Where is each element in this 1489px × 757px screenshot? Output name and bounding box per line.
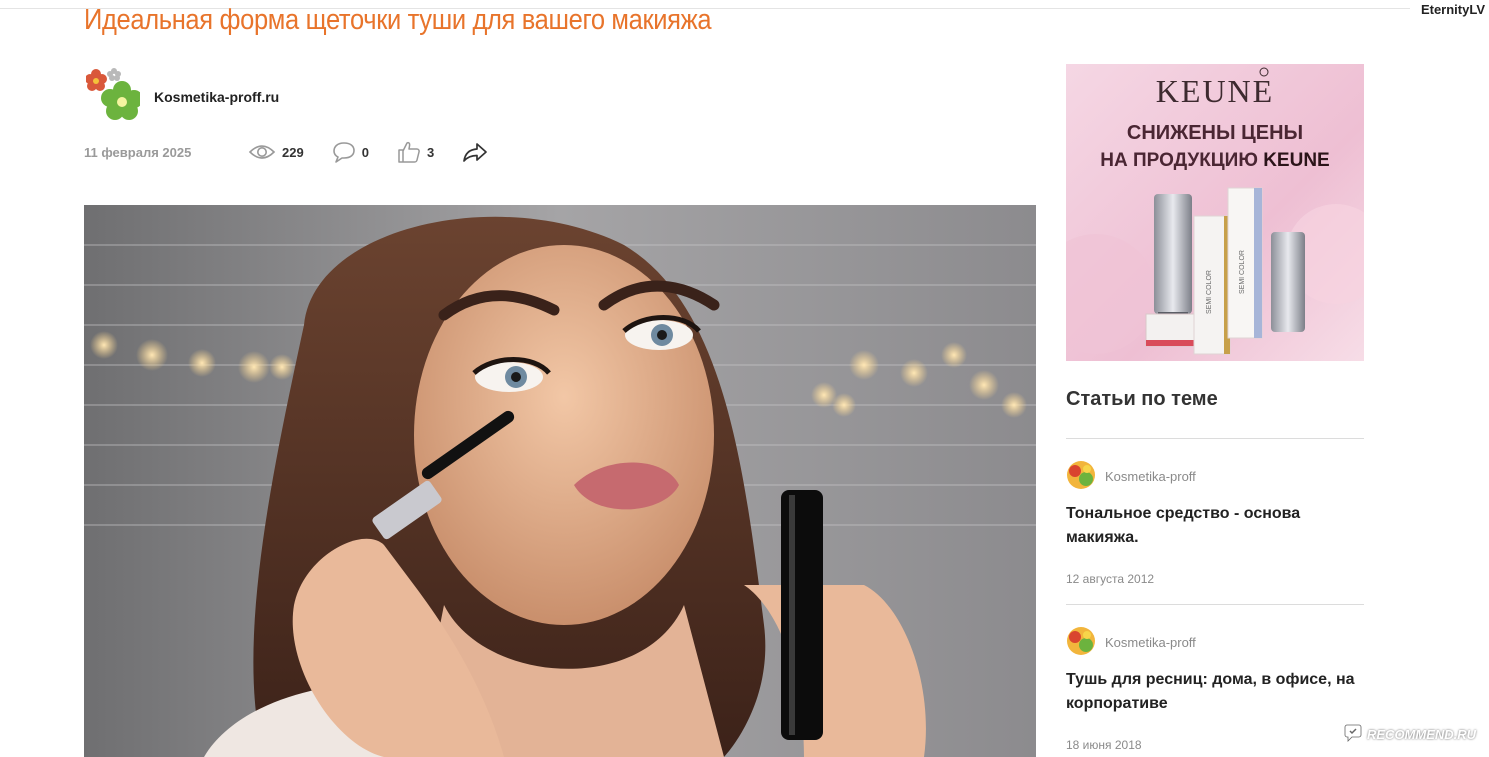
author-avatar-icon [1066,626,1096,659]
author-avatar-icon [1066,460,1096,493]
recommend-watermark: RECOMMEND.RU [1344,724,1476,745]
current-user-name[interactable]: EternityLV [1421,2,1485,17]
related-author-name[interactable]: Kosmetika-proff [1105,469,1196,484]
author-name[interactable]: Kosmetika-proff.ru [154,89,279,105]
author-block[interactable]: Kosmetika-proff.ru [85,68,279,125]
flower-logo-icon [85,68,143,125]
comments-stat[interactable]: 0 [332,141,369,163]
sidebar-divider [1066,604,1364,605]
ad-line-2: НА ПРОДУКЦИЮ KEUNE [1100,150,1329,171]
related-article-date: 12 августа 2012 [1066,572,1155,586]
svg-text:SEMI COLOR: SEMI COLOR [1239,250,1246,294]
thumbs-up-icon [397,140,421,164]
likes-stat[interactable]: 3 [397,140,434,164]
related-item-author[interactable]: Kosmetika-proff [1066,460,1196,493]
eye-icon [248,142,276,162]
ad-product-label: SEMI COLOR [1206,270,1213,314]
views-count: 229 [282,144,304,160]
share-button[interactable] [462,141,488,163]
recommend-logo-icon [1344,724,1362,745]
sidebar-divider [1066,438,1364,439]
related-article-title[interactable]: Тушь для ресниц: дома, в офисе, на корпо… [1066,668,1364,716]
views-stat: 229 [248,142,304,162]
keune-advert-banner[interactable]: KEUNE СНИЖЕНЫ ЦЕНЫ НА ПРОДУКЦИЮ KEUNE SE… [1066,64,1364,361]
article-meta: 11 февраля 2025 229 0 3 [84,139,516,165]
ad-brand-logo: KEUNE [1156,73,1274,109]
related-article-title[interactable]: Тональное средство - основа макияжа. [1066,502,1364,550]
watermark-text: RECOMMEND.RU [1367,727,1477,742]
related-author-name[interactable]: Kosmetika-proff [1105,635,1196,650]
share-icon [462,141,488,163]
comments-count: 0 [361,144,369,160]
article-title: Идеальная форма щеточки туши для вашего … [84,4,712,36]
related-articles-heading: Статьи по теме [1066,388,1218,410]
likes-count: 3 [426,144,435,160]
article-hero-image [84,205,1036,757]
related-article-date: 18 июня 2018 [1066,738,1142,752]
publish-date: 11 февраля 2025 [84,144,192,160]
related-item-author[interactable]: Kosmetika-proff [1066,626,1196,659]
ad-line-1: СНИЖЕНЫ ЦЕНЫ [1127,122,1303,144]
comment-icon [332,141,356,163]
